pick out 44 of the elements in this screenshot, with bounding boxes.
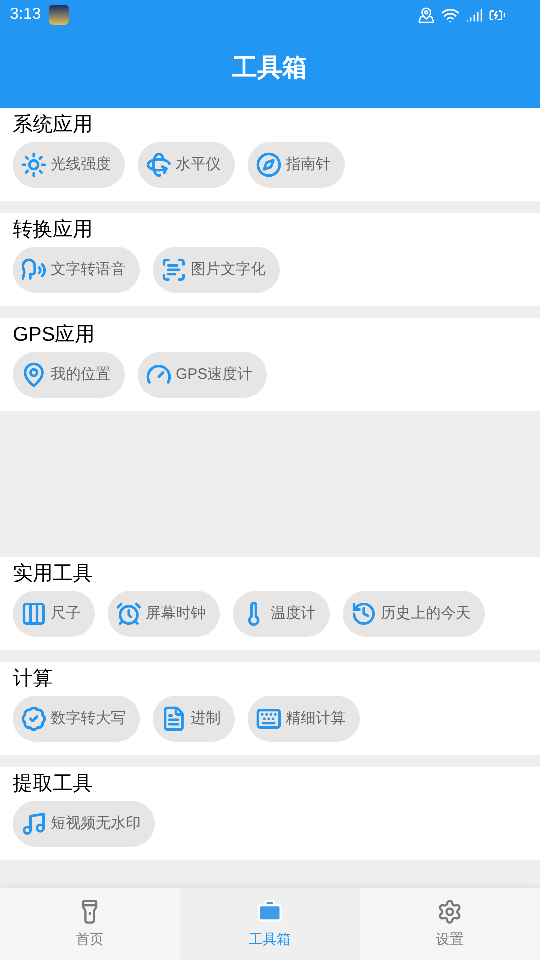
page-title: 工具箱: [232, 53, 308, 84]
section-title: 计算: [13, 667, 54, 692]
status-time: 3:13: [10, 5, 42, 25]
tool-chip[interactable]: 尺子: [13, 591, 95, 637]
section-title: GPS应用: [13, 323, 96, 348]
tool-chip[interactable]: 温度计: [233, 591, 330, 637]
nav-tab[interactable]: 设置: [360, 888, 540, 960]
tool-chip[interactable]: 文字转语音: [13, 247, 140, 293]
tool-chip[interactable]: 图片文字化: [153, 247, 280, 293]
nav-tab[interactable]: 工具箱: [180, 888, 360, 960]
toolbox-icon: [257, 898, 283, 924]
app-icon: [49, 5, 70, 25]
signal-icon: [466, 6, 483, 24]
scan-text-icon: [161, 257, 187, 283]
tool-chip[interactable]: 历史上的今天: [343, 591, 485, 637]
tool-chip[interactable]: 水平仪: [138, 142, 235, 188]
map-pin-icon: [21, 362, 47, 388]
columns-icon: [21, 601, 47, 627]
alarm-clock-icon: [116, 601, 142, 627]
music-note-icon: [21, 811, 47, 837]
tool-chip[interactable]: 光线强度: [13, 142, 125, 188]
compass-icon: [256, 152, 282, 178]
tool-chip[interactable]: 精细计算: [248, 696, 360, 742]
tool-chip[interactable]: 数字转大写: [13, 696, 140, 742]
section-title: 系统应用: [13, 113, 94, 138]
section-title: 实用工具: [13, 562, 94, 587]
section-title: 提取工具: [13, 772, 94, 797]
tool-chip[interactable]: 屏幕时钟: [108, 591, 220, 637]
tool-chip[interactable]: 指南针: [248, 142, 345, 188]
rotate-3d-icon: [146, 152, 172, 178]
keyboard-icon: [256, 706, 282, 732]
section-title: 转换应用: [13, 218, 94, 243]
tool-chip[interactable]: 短视频无水印: [13, 801, 155, 847]
settings-icon: [437, 898, 463, 924]
document-icon: [161, 706, 187, 732]
speaking-person-icon: [21, 257, 47, 283]
location-icon: [418, 6, 435, 24]
nav-tab[interactable]: 首页: [0, 888, 180, 960]
badge-icon: [21, 706, 47, 732]
tool-chip[interactable]: 进制: [153, 696, 235, 742]
tool-chip[interactable]: GPS速度计: [138, 352, 267, 398]
tool-chip[interactable]: 我的位置: [13, 352, 125, 398]
sun-icon: [21, 152, 47, 178]
history-icon: [351, 601, 377, 627]
